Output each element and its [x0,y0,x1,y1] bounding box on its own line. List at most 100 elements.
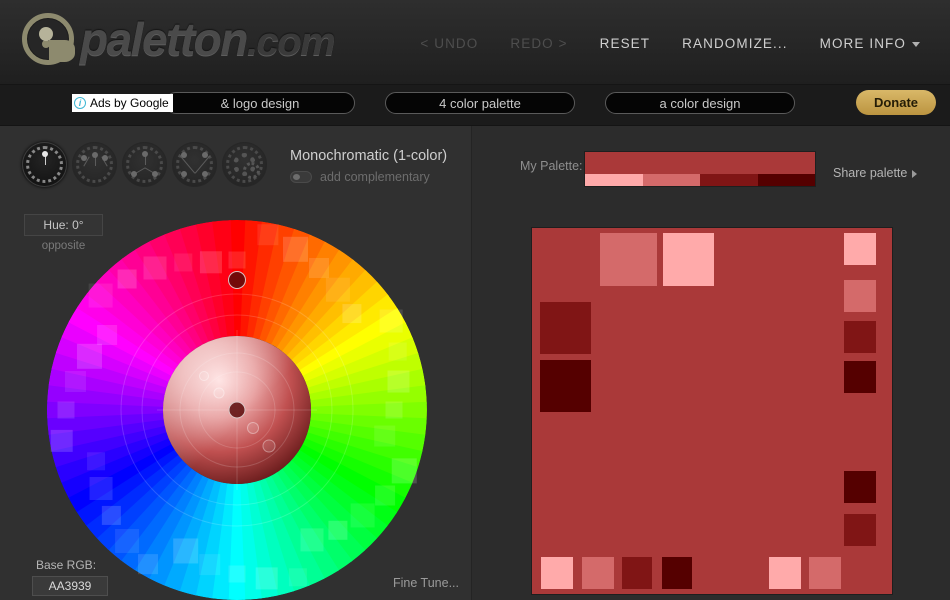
shade-marker-4-marker[interactable] [262,439,276,453]
block-bottom-5[interactable] [769,557,801,589]
hue-mosaic-patch [325,277,350,302]
scheme-dot [202,152,208,158]
ads-bar: i Ads by Google & logo design 4 color pa… [0,84,950,126]
hue-mosaic-patch [391,458,417,484]
hue-mosaic-patch [76,343,102,369]
palette-sub-band [585,174,815,186]
scheme-dot [202,171,208,177]
scheme-dot [152,171,158,177]
block-top-mid-1[interactable] [600,233,657,286]
shade-marker-2-marker[interactable] [213,387,225,399]
hue-mosaic-patch [101,505,121,525]
my-palette-strip[interactable] [585,152,815,186]
palette-swatch-2[interactable] [700,174,758,186]
block-bottom-2[interactable] [582,557,614,589]
palette-swatch-1[interactable] [642,174,700,186]
add-complementary-row[interactable]: add complementary [290,170,430,184]
block-bottom-3[interactable] [622,557,652,589]
right-panel: My Palette: Share palette [473,126,950,600]
chevron-down-icon [912,41,920,47]
nav-more-info[interactable]: MORE INFO [804,30,936,57]
palette-preview[interactable] [532,228,892,594]
block-right-2[interactable] [844,280,876,312]
base-marker-marker[interactable] [228,401,246,419]
scheme-dot [102,155,108,161]
base-rgb-input[interactable]: AA3939 [32,576,108,596]
donate-button[interactable]: Donate [856,90,936,115]
shade-marker-3-marker[interactable] [247,422,259,434]
fine-tune-button[interactable]: Fine Tune... [393,576,459,590]
hue-mosaic-patch [143,256,167,280]
hue-mosaic-patch [300,528,324,552]
scheme-dot [141,151,148,157]
scheme-selector [22,142,267,187]
block-right-5[interactable] [844,471,876,503]
main-area: Monochromatic (1-color) add complementar… [0,126,950,600]
add-complementary-toggle[interactable] [290,171,312,183]
base-rgb-label: Base RGB: [36,558,97,572]
scheme-dot [41,151,48,157]
nav-randomize[interactable]: RANDOMIZE... [666,30,803,57]
share-palette-label: Share palette [833,166,908,180]
gear-icon [233,153,260,179]
block-left-1[interactable] [540,302,591,354]
hue-handle-marker[interactable] [228,271,246,289]
hue-mosaic-patch [379,309,403,333]
hue-mosaic-patch [117,269,137,289]
block-left-2[interactable] [540,360,591,412]
nav-undo[interactable]: < UNDO [404,30,494,57]
block-right-3[interactable] [844,321,876,353]
nav-reset[interactable]: RESET [584,30,667,57]
logo-name: paletton [80,13,248,65]
hue-mosaic-patch [199,251,222,274]
palette-main-band[interactable] [585,152,815,174]
site-logo[interactable]: paletton.com [22,12,336,66]
hue-mosaic-patch [387,370,410,393]
hue-mosaic-patch [350,503,375,528]
hue-mosaic-patch [138,554,158,575]
scheme-triad-icon[interactable] [122,142,167,187]
site-header: paletton.com < UNDO REDO > RESET RANDOMI… [0,0,950,84]
palette-swatch-0[interactable] [585,174,643,186]
hue-mosaic-patch [255,567,278,590]
ad-pill-2[interactable]: 4 color palette [385,92,575,114]
block-right-6[interactable] [844,514,876,546]
block-bottom-1[interactable] [541,557,573,589]
hue-mosaic-patch [228,565,246,583]
hue-mosaic-patch [374,425,396,447]
scheme-adjacent-icon[interactable] [72,142,117,187]
scheme-tetrad-icon[interactable] [172,142,217,187]
scheme-dot [81,155,87,161]
hue-mosaic-patch [173,538,199,564]
palette-swatch-3[interactable] [757,174,815,186]
hue-mosaic-patch [388,342,407,361]
ad-pill-3[interactable]: a color design [605,92,795,114]
hue-mosaic-patch [199,554,221,576]
nav-redo[interactable]: REDO > [494,30,583,57]
scheme-freestyle-icon[interactable] [222,142,267,187]
color-wheel[interactable] [47,220,427,600]
ads-by-google-badge[interactable]: i Ads by Google [72,94,173,112]
share-palette-button[interactable]: Share palette [833,166,918,180]
block-bottom-4[interactable] [662,557,692,589]
chevron-right-icon [912,169,918,178]
hue-mosaic-patch [375,485,396,506]
hue-mosaic-patch [288,568,307,587]
ad-pill-1[interactable]: & logo design [165,92,355,114]
hue-mosaic-patch [64,371,86,393]
shade-marker-1-marker[interactable] [199,371,209,381]
hue-mosaic-patch [257,224,279,246]
block-right-4[interactable] [844,361,876,393]
scheme-monochromatic-icon[interactable] [22,142,67,187]
block-top-mid-2[interactable] [663,233,714,286]
block-right-1[interactable] [844,233,876,265]
block-bottom-6[interactable] [809,557,841,589]
hue-mosaic-patch [228,251,246,269]
hue-mosaic-patch [385,401,403,419]
hue-mosaic-patch [342,304,362,324]
logo-wordmark: paletton.com [80,12,336,66]
scheme-dot [181,171,187,177]
hue-mosaic-patch [57,401,75,419]
hue-mosaic-patch [87,452,106,471]
scheme-dot [181,152,187,158]
